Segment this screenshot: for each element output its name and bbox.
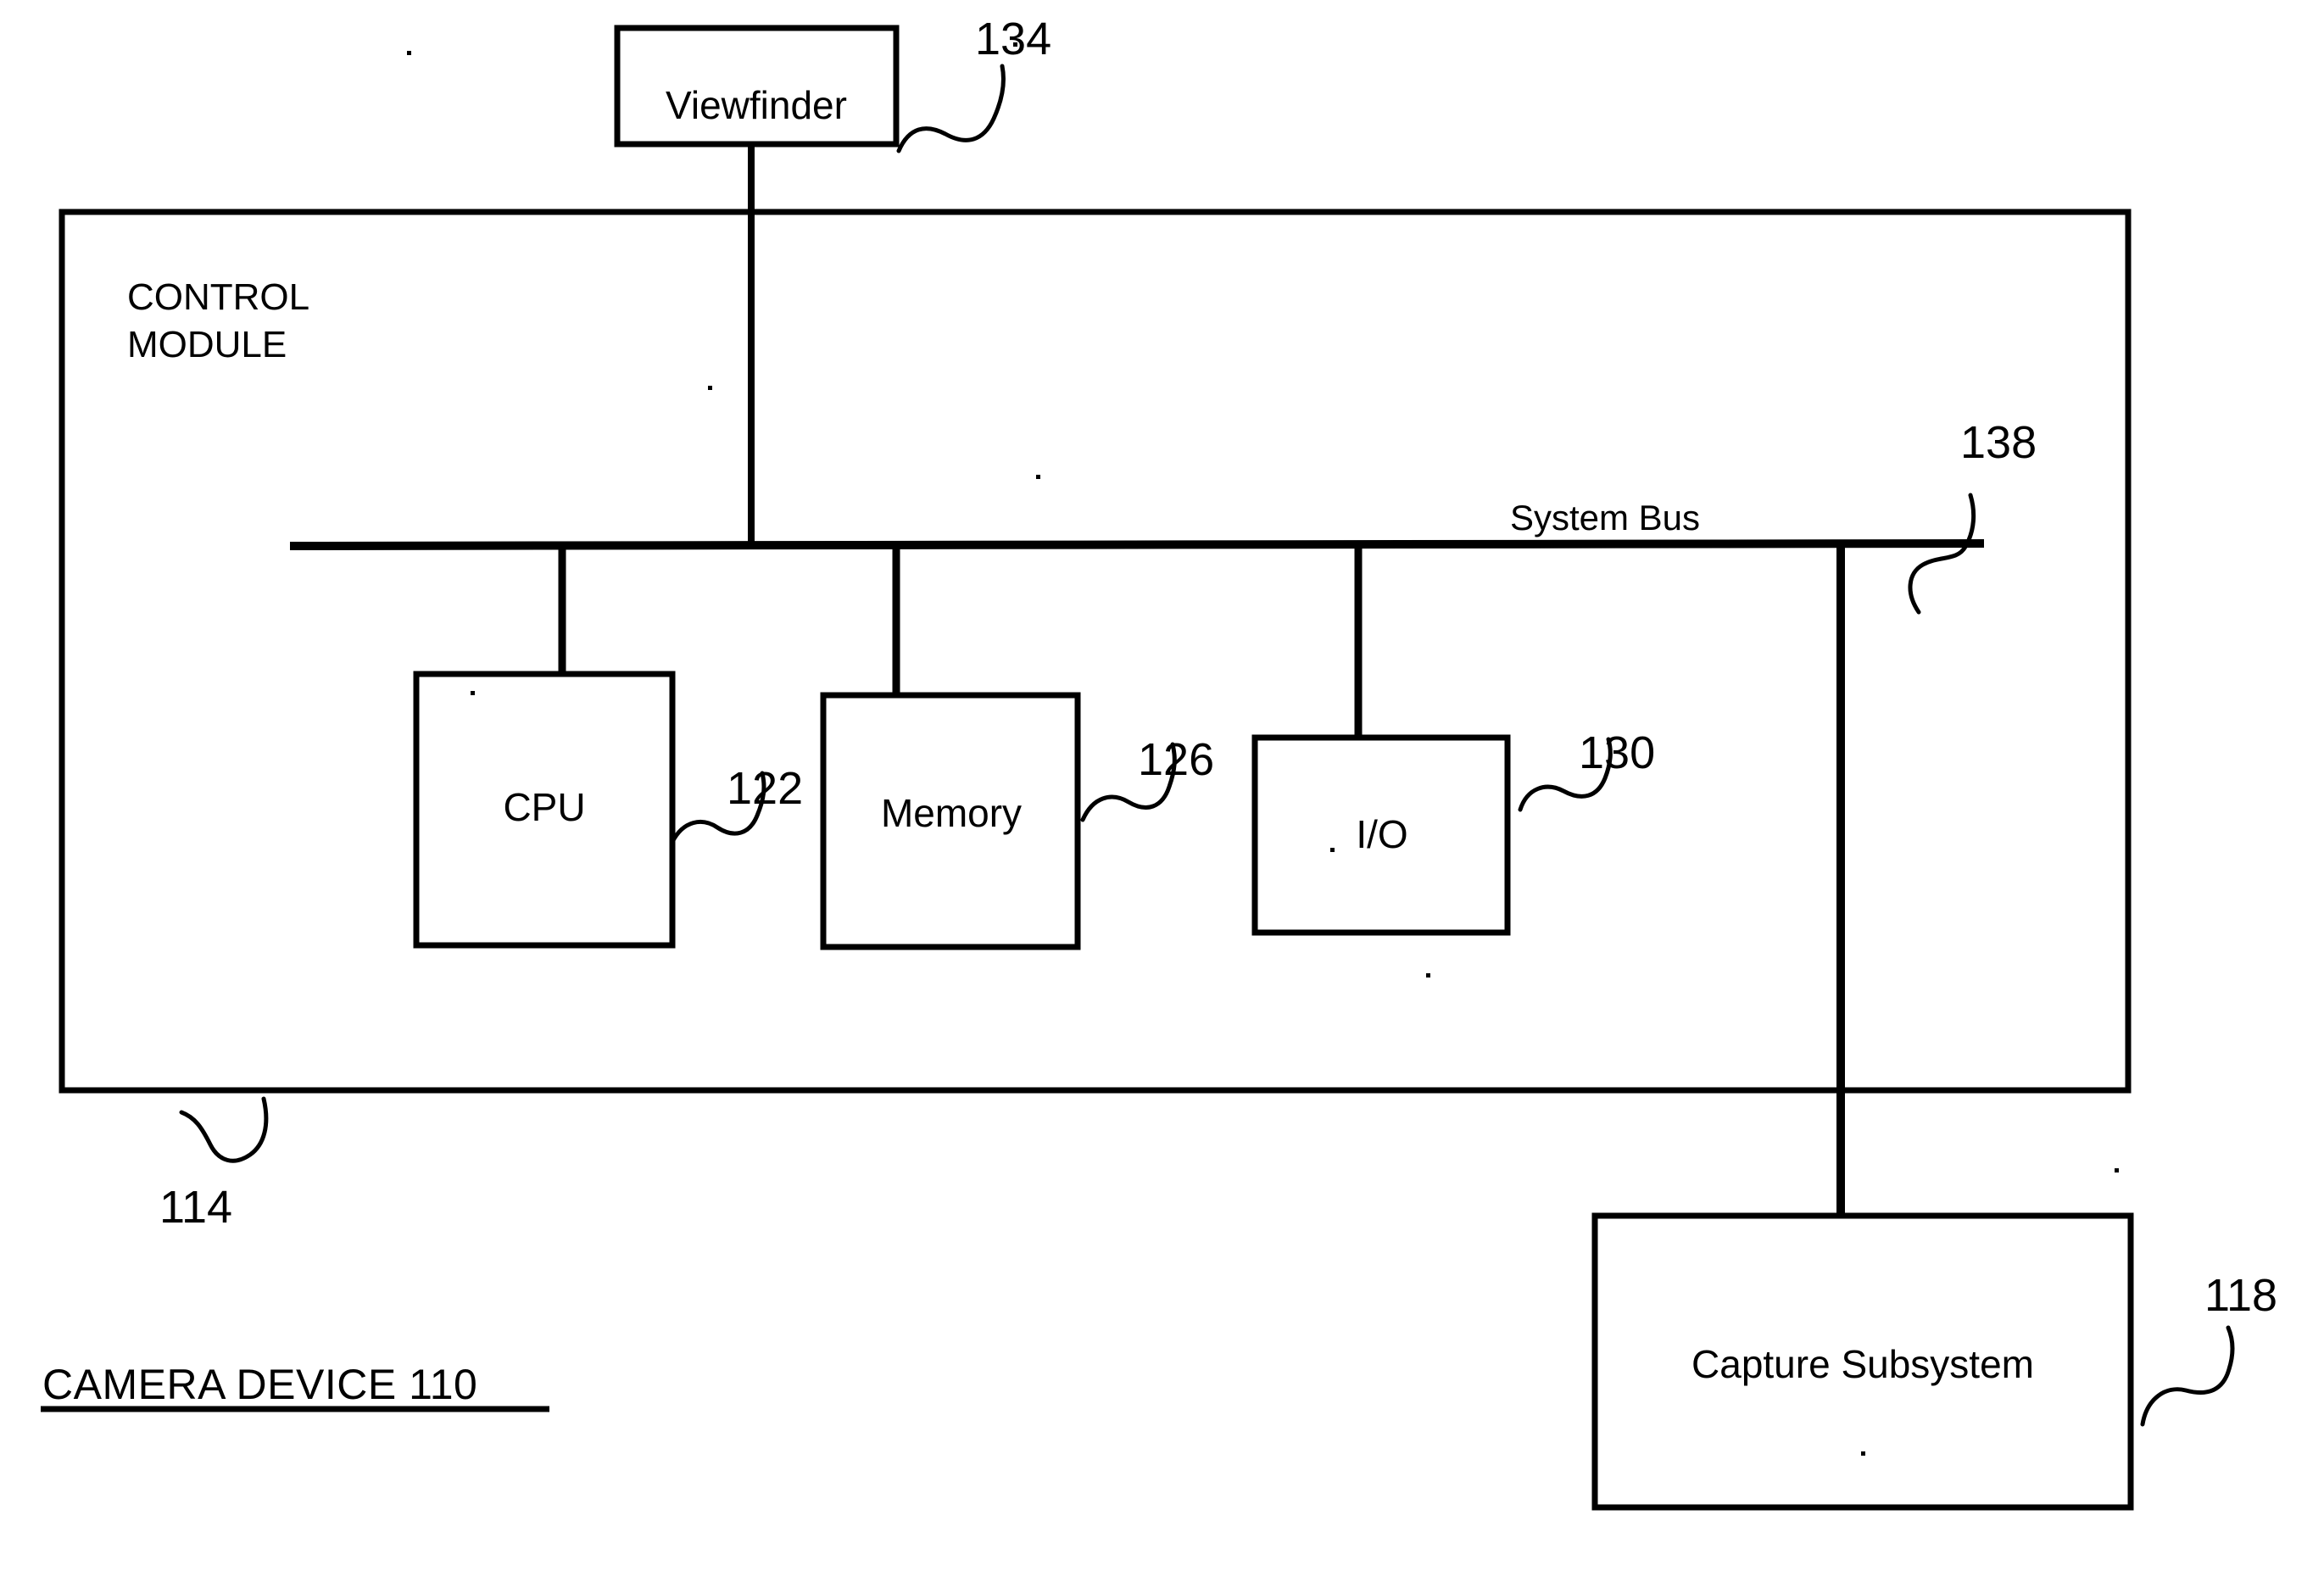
- scan-speck: [1861, 1451, 1865, 1456]
- capture-subsystem-leader-line: [2140, 1325, 2235, 1427]
- cpu-label: CPU: [503, 785, 585, 829]
- control-module-label-line2: MODULE: [127, 324, 287, 365]
- scan-speck: [1013, 42, 1017, 47]
- figure-canvas: Viewfinder 134 CONTROL MODULE 114 System…: [41, 14, 2277, 1511]
- control-module-ref-number: 114: [159, 1182, 232, 1233]
- scan-speck: [1036, 475, 1040, 479]
- system-bus-leader-line: [1908, 493, 1976, 615]
- figure-caption: CAMERA DEVICE 110: [42, 1361, 477, 1408]
- viewfinder-leader-line: [896, 64, 1006, 153]
- scan-speck: [708, 386, 712, 390]
- cpu-ref-number: 122: [727, 763, 803, 814]
- scan-speck: [2115, 1168, 2119, 1172]
- system-bus-label: System Bus: [1510, 498, 1700, 537]
- io-ref-number: 130: [1579, 727, 1655, 778]
- patent-figure: Viewfinder 134 CONTROL MODULE 114 System…: [0, 0, 2324, 1593]
- scan-speck: [407, 51, 411, 55]
- system-bus-line: [289, 539, 1985, 550]
- memory-label: Memory: [881, 791, 1022, 835]
- viewfinder-ref-number: 134: [975, 14, 1051, 64]
- io-label: I/O: [1356, 812, 1407, 856]
- memory-ref-number: 126: [1138, 734, 1214, 785]
- scan-speck: [1426, 973, 1430, 978]
- system-bus-ref-number: 138: [1960, 417, 2037, 468]
- capture-subsystem-label: Capture Subsystem: [1691, 1342, 2034, 1386]
- viewfinder-label: Viewfinder: [666, 83, 847, 127]
- scan-speck: [1330, 848, 1335, 852]
- control-module-leader-line: [179, 1096, 269, 1163]
- scan-speck: [471, 691, 475, 695]
- capture-subsystem-ref-number: 118: [2204, 1270, 2277, 1321]
- control-module-box: [59, 209, 2132, 1094]
- control-module-label-line1: CONTROL: [127, 276, 309, 318]
